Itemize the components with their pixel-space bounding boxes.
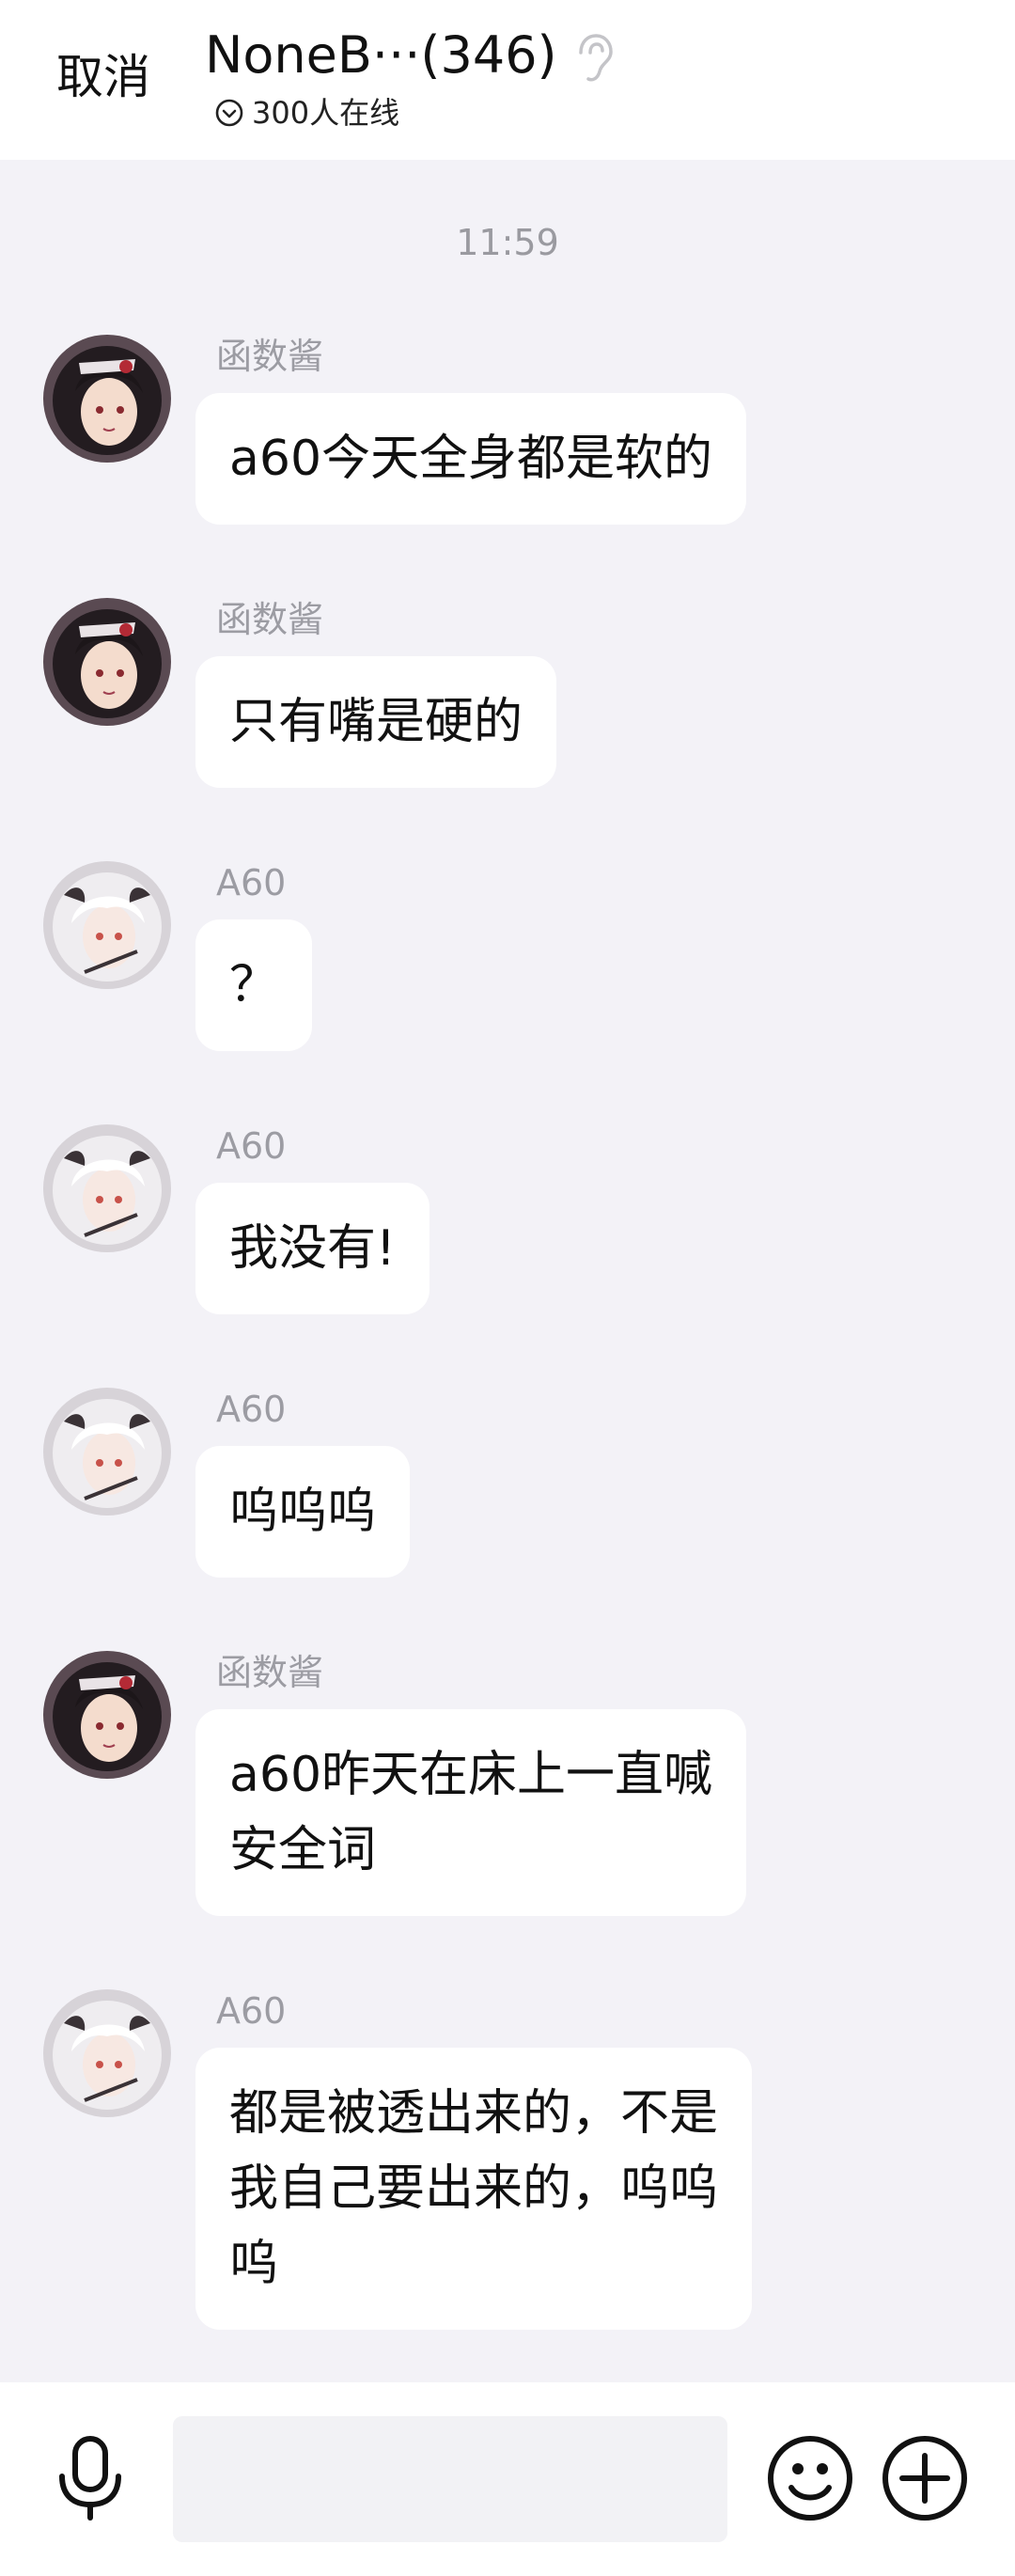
message-input[interactable] [173, 2416, 727, 2542]
message-bubble[interactable]: a60昨天在床上一直喊 安全词 [195, 1709, 747, 1916]
plus-circle-icon[interactable] [880, 2433, 970, 2523]
sender-name: A60 [216, 862, 287, 903]
chat-title[interactable]: NoneB···(346) [205, 24, 557, 86]
avatar[interactable] [43, 1124, 171, 1252]
timestamp: 11:59 [456, 222, 559, 263]
avatar[interactable] [43, 1651, 171, 1779]
avatar[interactable] [43, 598, 171, 726]
input-bar [0, 2382, 1015, 2576]
message-bubble[interactable]: 都是被透出来的，不是 我自己要出来的，呜呜 呜 [195, 2048, 753, 2330]
message-bubble[interactable]: 呜呜呜 [195, 1446, 411, 1578]
ear-icon[interactable] [570, 32, 615, 85]
smiley-icon[interactable] [765, 2433, 855, 2523]
message-bubble[interactable]: 我没有! [195, 1183, 429, 1314]
message-list[interactable]: 11:59 函数酱 a60今天全身都是软的 函数酱 只有嘴是硬的 A60 ？ A… [0, 160, 1015, 2382]
message-bubble[interactable]: ？ [195, 919, 313, 1051]
avatar[interactable] [43, 1989, 171, 2117]
sender-name: 函数酱 [216, 599, 324, 640]
avatar[interactable] [43, 335, 171, 463]
sender-name: A60 [216, 1990, 287, 2032]
sender-name: 函数酱 [216, 336, 324, 377]
sender-name: A60 [216, 1389, 287, 1430]
message-bubble[interactable]: 只有嘴是硬的 [195, 656, 557, 788]
avatar[interactable] [43, 861, 171, 989]
chevron-circle-down-icon [215, 99, 243, 127]
message-bubble[interactable]: a60今天全身都是软的 [195, 393, 747, 525]
sender-name: 函数酱 [216, 1652, 324, 1693]
cancel-button[interactable]: 取消 [56, 49, 150, 105]
online-count: 300人在线 [252, 95, 400, 131]
chat-header: 取消 NoneB···(346) 300人在线 [0, 0, 1015, 160]
avatar[interactable] [43, 1388, 171, 1516]
online-status[interactable]: 300人在线 [214, 92, 399, 134]
microphone-icon[interactable] [53, 2433, 128, 2523]
sender-name: A60 [216, 1125, 287, 1167]
